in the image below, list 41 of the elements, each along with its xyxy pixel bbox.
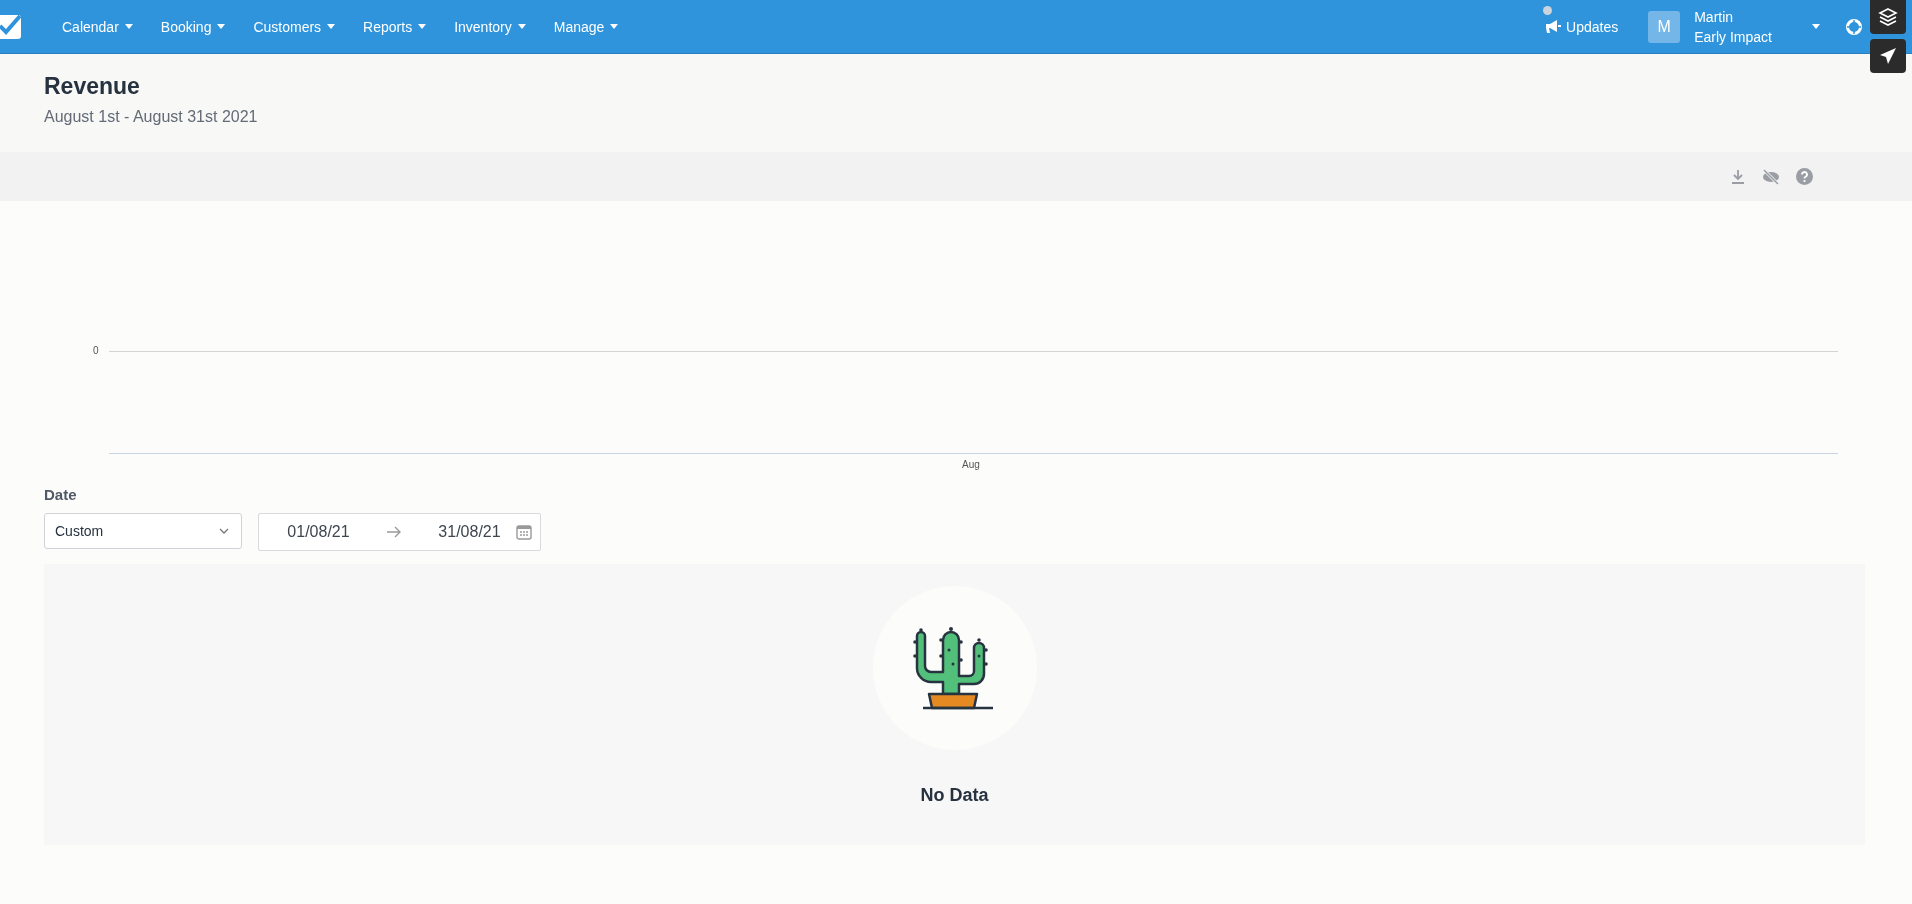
company-name: Early Impact — [1694, 27, 1772, 47]
lifebuoy-icon[interactable] — [1846, 18, 1862, 35]
nav-menu[interactable]: Customers — [239, 0, 350, 53]
caret-icon — [610, 24, 619, 29]
checkbox-logo-icon[interactable] — [0, 13, 23, 40]
nav-menu[interactable]: Reports — [349, 0, 441, 53]
nav-menu[interactable]: Calendar — [48, 0, 147, 53]
eye-slash-icon[interactable] — [1762, 168, 1780, 185]
nav-menu[interactable]: Booking — [146, 0, 240, 53]
caret-icon — [327, 24, 336, 29]
help-icon[interactable] — [1796, 168, 1813, 185]
caret-icon — [1812, 24, 1820, 29]
updates-button[interactable]: Updates — [1545, 18, 1619, 35]
no-data-message: No Data — [920, 785, 989, 806]
y-axis-label: 0 — [93, 345, 99, 356]
caret-icon — [124, 24, 133, 29]
nav-menu[interactable]: Manage — [539, 0, 633, 53]
chevron-down-icon — [219, 528, 229, 534]
date-range-subtitle: August 1st - August 31st 2021 — [44, 108, 259, 126]
paper-plane-icon — [1879, 47, 1897, 65]
download-icon[interactable] — [1730, 168, 1746, 185]
user-name: Martin — [1694, 7, 1735, 27]
start-date-field[interactable]: 01/08/21 — [282, 523, 355, 541]
caret-icon — [217, 24, 226, 29]
end-date-field[interactable]: 31/08/21 — [433, 523, 506, 541]
page-title: Revenue — [44, 73, 141, 100]
user-menu[interactable]: M Martin Early Impact — [1648, 6, 1820, 47]
x-axis-label: Aug — [962, 459, 980, 470]
caret-icon — [517, 24, 526, 29]
send-button[interactable] — [1870, 39, 1906, 73]
megaphone-icon — [1545, 19, 1562, 34]
user-avatar: M — [1648, 10, 1681, 43]
layers-button[interactable] — [1870, 0, 1906, 34]
date-range-dropdown[interactable]: Custom — [44, 513, 242, 549]
nav-menu[interactable]: Inventory — [440, 0, 540, 53]
caret-icon — [418, 24, 427, 29]
calendar-icon[interactable] — [516, 524, 532, 540]
notification-dot — [1543, 5, 1553, 15]
arrow-right-icon — [387, 526, 401, 538]
date-label: Date — [44, 486, 78, 503]
layers-icon — [1878, 8, 1898, 26]
